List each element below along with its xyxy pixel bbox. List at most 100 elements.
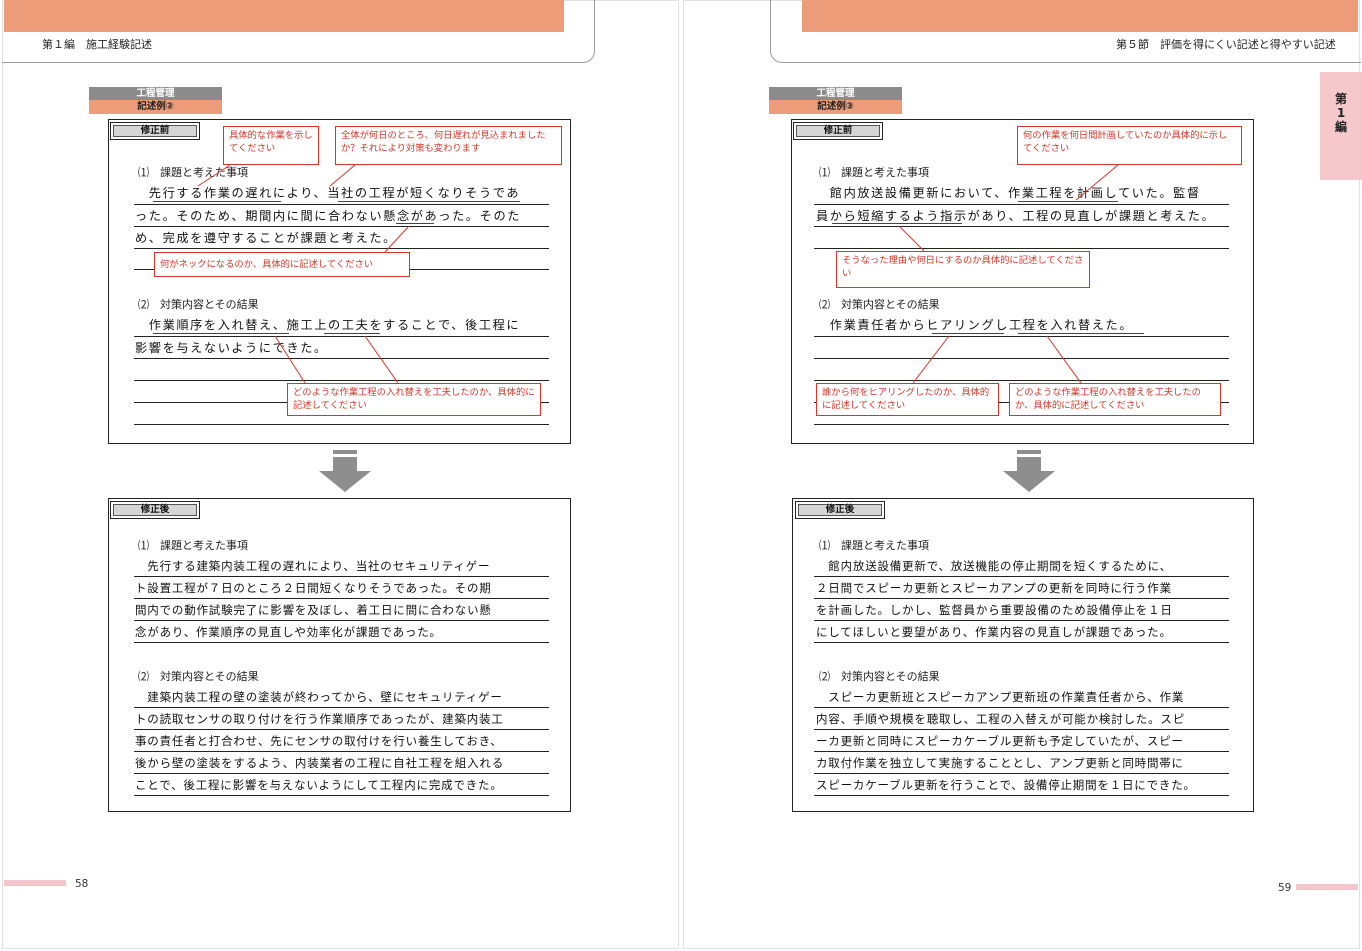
rule-line [814, 642, 1229, 643]
underline [338, 201, 520, 203]
section-2-heading: ⑵ 対策内容とその結果 [819, 670, 940, 683]
rule-line [134, 336, 549, 337]
underline [832, 223, 962, 225]
rule-line [814, 336, 1229, 337]
text-line: め、完成を遵守することが課題と考えた。 [135, 231, 397, 245]
note-delay-days: 全体が何日のところ、何日遅れが見込まれましたか？それにより対策も変わります [335, 126, 562, 165]
rule-line [814, 729, 1229, 730]
left-header-frame [2, 0, 595, 63]
before-tag: 修正前 [793, 122, 883, 140]
rule-line [134, 642, 549, 643]
rule-line [134, 751, 549, 752]
underline [324, 333, 380, 335]
label-example: 記述例② [89, 100, 222, 114]
right-header-frame [770, 0, 1361, 63]
down-arrow-icon [319, 450, 371, 492]
side-tab-label: 第1編 [1334, 92, 1347, 134]
text-line: カ取付作業を独立して実施することとし、アンプ更新と同時間帯に [816, 756, 1184, 770]
rule-line [134, 358, 549, 359]
text-line: 館内放送設備更新において、作業工程を計画していた。監督 [816, 186, 1201, 200]
underline [1018, 333, 1144, 335]
section-1-heading: ⑴ 課題と考えた事項 [138, 539, 248, 552]
page-number: 59 [1278, 882, 1292, 894]
footer-bar [1296, 884, 1358, 890]
rule-line [134, 424, 549, 425]
label-category: 工程管理 [89, 87, 222, 100]
left-page: 第１編 施工経験記述 工程管理 記述例② 修正前 ⑴ 課題と考えた事項 先行する… [0, 0, 681, 951]
rule-line [134, 729, 549, 730]
right-header-title: 第５節 評価を得にくい記述と得やすい記述 [1116, 38, 1336, 51]
rule-line [814, 248, 1229, 249]
section-2-heading: ⑵ 対策内容とその結果 [138, 298, 259, 311]
note-planned-work: 何の作業を何日間計画していたのか具体的に示してください [1017, 126, 1242, 165]
rule-line [814, 380, 1229, 381]
text-line: 館内放送設備更新で、放送機能の停止期間を短くするために、 [816, 559, 1172, 573]
text-line: ２日間でスピーカ更新とスピーカアンプの更新を同時に行う作業 [816, 581, 1172, 595]
underline [153, 333, 289, 335]
text-line: 先行する建築内装工程の遅れにより、当社のセキュリティゲー [135, 559, 491, 573]
text-line: 影響を与えないようにできた。 [135, 341, 328, 355]
note-specific-work: 具体的な作業を示してください [223, 126, 319, 165]
rule-line [134, 773, 549, 774]
label-example: 記述例③ [769, 100, 902, 114]
label-category: 工程管理 [769, 87, 902, 100]
text-line: トの読取センサの取り付けを行う作業順序であったが、建築内装工 [135, 712, 504, 726]
rule-line [134, 248, 549, 249]
left-header-title: 第１編 施工経験記述 [42, 38, 152, 51]
text-line: ト設置工程が７日のところ２日間短くなりそうであった。その期 [135, 581, 492, 595]
text-line: ことで、後工程に影響を与えないようにして工程内に完成できた。 [135, 778, 503, 792]
text-line: を計画した。しかし、監督員から重要設備のため設備停止を１日 [816, 603, 1173, 617]
page-number: 58 [75, 878, 89, 890]
rule-line [814, 773, 1229, 774]
side-tab: 第1編 [1320, 72, 1362, 180]
text-line: スピーカケーブル更新を行うことで、設備停止期間を１日にできた。 [816, 778, 1196, 792]
section-2-heading: ⑵ 対策内容とその結果 [138, 670, 259, 683]
note-reason-days: そうなった理由や何日にするのか具体的に記述してください [836, 251, 1090, 288]
after-tag: 修正後 [795, 501, 885, 519]
rule-line [134, 226, 549, 227]
section-1-heading: ⑴ 課題と考えた事項 [138, 166, 248, 179]
rule-line [134, 620, 549, 621]
rule-line [134, 598, 549, 599]
text-line: にしてほしいと要望があり、作業内容の見直しが課題であった。 [816, 625, 1172, 639]
text-line: 事の責任者と打合わせ、先にセンサの取付けを行い養生しておき、 [135, 734, 503, 748]
text-line: 間内での動作試験完了に影響を及ぼし、着工日に間に合わない懸 [135, 603, 492, 617]
underline [396, 223, 434, 225]
underline [153, 201, 281, 203]
rule-line [814, 226, 1229, 227]
underline [1018, 201, 1118, 203]
rule-line [814, 707, 1229, 708]
section-1-heading: ⑴ 課題と考えた事項 [819, 166, 929, 179]
rule-line [814, 204, 1229, 205]
rule-line [134, 795, 549, 796]
text-line: 念があり、作業順序の見直しや効率化が課題であった。 [135, 625, 442, 639]
rule-line [814, 598, 1229, 599]
text-line: 内容、手順や規模を聴取し、工程の入替えが可能か検討した。スピ [816, 712, 1185, 726]
right-page: 第５節 評価を得にくい記述と得やすい記述 第1編 工程管理 記述例③ 修正前 ⑴… [681, 0, 1362, 951]
note-bottleneck: 何がネックになるのか、具体的に記述してください [154, 252, 410, 277]
rule-line [134, 576, 549, 577]
rule-line [814, 795, 1229, 796]
rule-line [134, 204, 549, 205]
text-line: 後から壁の塗装をするよう、内装業者の工程に自社工程を組入れる [135, 756, 504, 770]
rule-line [814, 620, 1229, 621]
text-line: 建築内装工程の壁の塗装が終わってから、壁にセキュリティゲー [135, 690, 503, 704]
rule-line [814, 358, 1229, 359]
text-line: スピーカ更新班とスピーカアンプ更新班の作業責任者から、作業 [816, 690, 1185, 704]
rule-line [814, 424, 1229, 425]
section-1-heading: ⑴ 課題と考えた事項 [819, 539, 929, 552]
text-line: った。そのため、期間内に間に合わない懸念があった。そのた [135, 209, 522, 223]
rule-line [814, 576, 1229, 577]
before-tag: 修正前 [110, 122, 200, 140]
footer-bar [4, 880, 66, 886]
section-2-heading: ⑵ 対策内容とその結果 [819, 298, 940, 311]
underline [932, 333, 1004, 335]
rule-line [134, 707, 549, 708]
note-swap-method: どのような作業工程の入れ替えを工夫したのか、具体的に記述してください [287, 383, 541, 416]
note-hearing: 誰から何をヒアリングしたのか、具体的に記述してください [816, 383, 999, 416]
text-line: ーカ更新と同時にスピーカケーブル更新も予定していたが、スピー [816, 734, 1184, 748]
rule-line [134, 380, 549, 381]
note-swap-method: どのような作業工程の入れ替えを工夫したのか、具体的に記述してください [1009, 383, 1221, 416]
down-arrow-icon [1003, 450, 1055, 492]
rule-line [814, 751, 1229, 752]
